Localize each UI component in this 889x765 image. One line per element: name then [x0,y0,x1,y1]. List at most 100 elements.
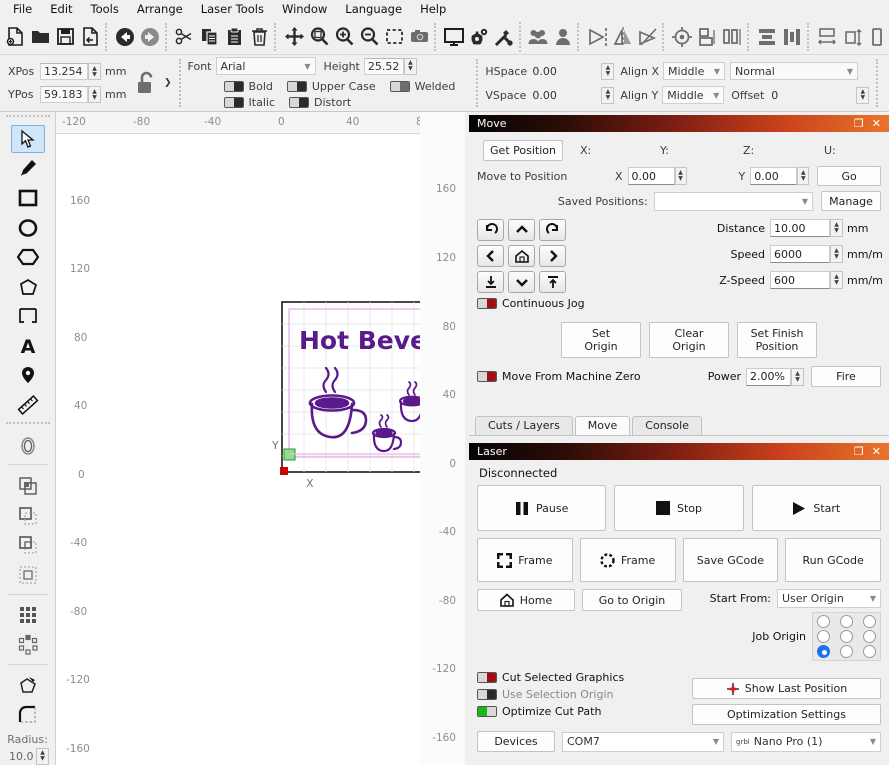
restore-window-icon[interactable]: ❐ [854,118,864,129]
job-origin-cell-0-0[interactable] [817,615,830,628]
devices-button[interactable]: Devices [477,731,555,752]
zspeed-stepper[interactable]: ▲ ▼ [830,271,843,289]
radius-stepper[interactable]: ▲ ▼ [36,747,49,765]
clear-origin-button[interactable]: Clear Origin [649,322,729,358]
move-y-stepper[interactable]: ▲ ▼ [797,167,810,185]
jog-home-button[interactable] [508,245,535,267]
run-gcode-button[interactable]: Run GCode [785,538,881,582]
jog-rotate-ccw-button[interactable] [477,219,504,241]
zoom-fit-icon[interactable] [307,22,332,52]
distance-input[interactable]: 10.00 [770,219,830,237]
flip-vertical-icon[interactable] [610,22,635,52]
optimization-settings-button[interactable]: Optimization Settings [692,704,881,725]
welded-toggle[interactable]: Welded [389,80,455,93]
align-right-icon[interactable] [720,22,745,52]
vspace-stepper[interactable]: ▲ ▼ [601,86,615,104]
export-icon[interactable] [78,22,103,52]
restore-window-icon[interactable]: ❐ [854,446,864,457]
manage-button[interactable]: Manage [820,191,881,211]
settings-gear-icon[interactable] [467,22,492,52]
power-stepper[interactable]: ▲ ▼ [791,367,804,386]
offset-input[interactable]: 0 [768,87,856,104]
pause-button[interactable]: Pause [477,485,607,531]
job-origin-cell-2-0[interactable] [817,645,830,658]
frame-round-button[interactable]: Frame [579,538,676,582]
tab-move[interactable]: Move [574,416,631,435]
power-input[interactable]: 2.00% [746,367,791,386]
ellipse-tool[interactable] [11,214,45,242]
stop-button[interactable]: Stop [614,485,744,531]
polygon-tool[interactable] [11,243,45,271]
tool-palette-grip[interactable] [5,421,50,427]
go-to-origin-button[interactable]: Go to Origin [582,589,682,611]
com-port-select[interactable]: COM7 ▼ [562,731,724,752]
save-gcode-button[interactable]: Save GCode [682,538,779,582]
text-tool[interactable]: A [11,332,45,360]
xpos-stepper[interactable]: ▲ ▼ [88,63,101,80]
xpos-input[interactable]: 13.254 [40,63,88,80]
paste-icon[interactable] [222,22,247,52]
speed-input[interactable]: 6000 [770,245,830,263]
jog-down-button[interactable] [508,271,535,293]
laser-panel-title-bar[interactable]: Laser ❐ ✕ [469,443,889,460]
boolean-subtract-tool[interactable] [11,502,45,530]
design-artwork[interactable]: Hot Beverage [56,134,465,765]
measure-ruler-tool[interactable] [11,391,45,419]
circular-array-tool[interactable] [11,631,45,659]
grid-array-tool[interactable] [11,602,45,630]
move-from-machine-zero-toggle[interactable]: Move From Machine Zero [477,370,641,383]
menu-item-tools[interactable]: Tools [82,1,128,18]
bold-toggle[interactable]: Bold [223,80,273,93]
jog-z-down-button[interactable] [477,271,504,293]
redo-icon[interactable] [138,22,163,52]
menu-item-arrange[interactable]: Arrange [128,1,192,18]
jog-rotate-cw-button[interactable] [539,219,566,241]
set-origin-button[interactable]: Set Origin [561,322,641,358]
spread-vertical-icon[interactable] [839,22,864,52]
start-button[interactable]: Start [751,485,881,531]
italic-toggle[interactable]: Italic [223,96,275,109]
job-origin-cell-2-1[interactable] [840,645,853,658]
offset-shape-tool[interactable] [11,432,45,460]
move-y-input[interactable]: 0.00 [750,167,798,185]
boolean-union-tool[interactable] [11,472,45,500]
zoom-selection-icon[interactable] [382,22,407,52]
toolbar-grip[interactable] [518,21,526,52]
align-x-select[interactable]: Middle ▼ [663,62,726,80]
zoom-out-icon[interactable] [357,22,382,52]
jog-right-button[interactable] [539,245,566,267]
device-tools-icon[interactable] [492,22,517,52]
menu-item-laser-tools[interactable]: Laser Tools [192,1,273,18]
job-origin-cell-1-2[interactable] [863,630,876,643]
select-arrow-tool[interactable] [10,124,45,153]
height-input[interactable]: 25.52 [363,57,404,75]
hspace-stepper[interactable]: ▲ ▼ [601,62,615,80]
design-canvas[interactable]: 160 120 80 40 0 -40 -80 -120 -160 Hot Be… [56,134,465,765]
move-x-stepper[interactable]: ▲ ▼ [674,167,687,185]
position-pin-tool[interactable] [11,362,45,390]
unlock-icon[interactable] [134,69,160,97]
zspeed-input[interactable]: 600 [770,271,830,289]
saved-positions-select[interactable]: ▼ [653,191,813,211]
tool-palette-grip[interactable] [5,115,50,120]
get-position-button[interactable]: Get Position [483,140,563,161]
bracket-tool[interactable] [11,302,45,330]
jog-up-button[interactable] [508,219,535,241]
menu-item-window[interactable]: Window [273,1,336,18]
job-origin-grid[interactable] [812,612,881,661]
menu-item-edit[interactable]: Edit [41,1,81,18]
continuous-jog-toggle[interactable]: Continuous Jog [477,297,585,310]
speed-stepper[interactable]: ▲ ▼ [830,245,843,263]
pencil-draw-tool[interactable] [11,155,45,183]
rotate-refresh-icon[interactable] [885,70,889,96]
go-button[interactable]: Go [817,166,881,186]
rectangle-tool[interactable] [11,184,45,212]
frame-square-button[interactable]: Frame [477,538,573,582]
boolean-cut-tool[interactable] [11,561,45,589]
monitor-preview-icon[interactable] [442,22,467,52]
group-icon[interactable] [525,22,550,52]
tab-console[interactable]: Console [632,416,702,435]
job-origin-cell-2-2[interactable] [863,645,876,658]
ungroup-icon[interactable] [550,22,575,52]
boolean-intersect-tool[interactable] [11,531,45,559]
